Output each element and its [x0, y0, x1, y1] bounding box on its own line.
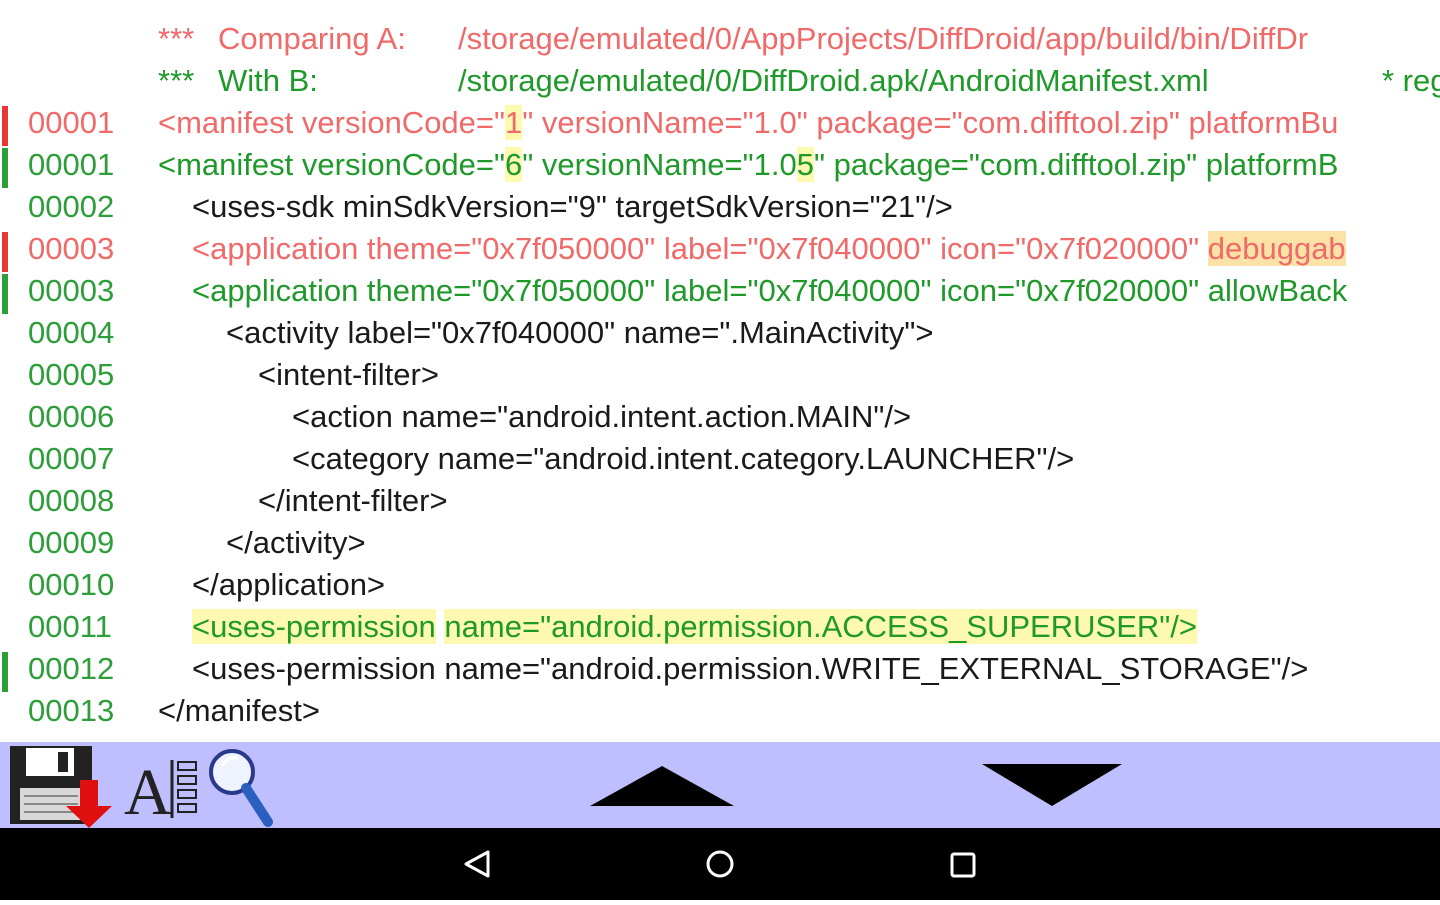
line-text: <uses-sdk minSdkVersion="9" targetSdkVer…	[192, 189, 953, 224]
line-number: 00011	[28, 609, 112, 644]
recents-square-icon	[950, 852, 976, 878]
line-text: <action name="android.intent.action.MAIN…	[292, 399, 912, 434]
added-marker	[2, 148, 8, 188]
segment: <manifest versionCode="	[158, 105, 506, 140]
diff-line[interactable]: 00011 <uses-permission name="android.per…	[0, 606, 1440, 648]
diff-line[interactable]: 00001 <manifest versionCode="6" versionN…	[0, 144, 1440, 188]
save-button[interactable]	[8, 744, 116, 828]
changed-segment: 6	[505, 147, 523, 182]
line-text: <manifest versionCode="1" versionName="1…	[158, 102, 1338, 144]
nav-back-button[interactable]	[428, 828, 528, 900]
home-circle-icon	[706, 850, 734, 878]
header-a-path: /storage/emulated/0/AppProjects/DiffDroi…	[458, 21, 1309, 56]
line-number: 00001	[28, 147, 115, 182]
line-number: 00012	[28, 651, 115, 686]
diff-view[interactable]: *** Comparing A: /storage/emulated/0/App…	[0, 0, 1440, 742]
header-b-extra: * reg	[1382, 63, 1440, 98]
line-text: </application>	[192, 567, 386, 602]
line-number: 00008	[28, 483, 115, 518]
font-size-icon: A	[124, 756, 197, 829]
line-number: 00013	[28, 693, 115, 728]
nav-recents-button[interactable]	[912, 828, 1012, 900]
diff-line[interactable]: 00003 <application theme="0x7f050000" la…	[0, 270, 1440, 314]
line-number: 00002	[28, 189, 115, 224]
line-number: 00004	[28, 315, 115, 350]
changed-segment: <uses-permission	[192, 609, 436, 644]
search-button[interactable]	[206, 744, 278, 828]
diff-line[interactable]: 00002 <uses-sdk minSdkVersion="9" target…	[0, 186, 1440, 228]
header-a-label: Comparing A:	[218, 21, 406, 56]
save-download-icon	[10, 746, 112, 828]
line-number: 00003	[28, 231, 115, 266]
line-text: </manifest>	[158, 693, 320, 728]
line-text: <activity label="0x7f040000" name=".Main…	[226, 315, 934, 350]
line-text: <uses-permission name="android.permissio…	[192, 606, 1197, 648]
line-text: <application theme="0x7f050000" label="0…	[192, 273, 1348, 308]
changed-segment: 5	[796, 147, 814, 182]
header-b-label: With B:	[218, 63, 318, 98]
font-size-button[interactable]: A	[122, 748, 202, 829]
line-text: <manifest versionCode="6" versionName="1…	[158, 144, 1338, 186]
up-arrow-icon	[590, 766, 734, 806]
removed-marker	[2, 232, 8, 272]
diff-line[interactable]: 00007 <category name="android.intent.cat…	[0, 438, 1440, 480]
line-number: 00005	[28, 357, 115, 392]
diff-line[interactable]: 00005 <intent-filter>	[0, 354, 1440, 396]
diff-line[interactable]: 00003 <application theme="0x7f050000" la…	[0, 228, 1440, 272]
bottom-toolbar: A	[0, 742, 1440, 829]
font-icon-letter: A	[124, 756, 172, 828]
line-text: <category name="android.intent.category.…	[292, 441, 1075, 476]
header-b-stars: ***	[158, 63, 195, 98]
diff-line[interactable]: 00001 <manifest versionCode="1" versionN…	[0, 102, 1440, 146]
header-compare-a: *** Comparing A: /storage/emulated/0/App…	[0, 18, 1440, 60]
segment: <manifest versionCode="	[158, 147, 506, 182]
segment: <application theme="0x7f050000" label="0…	[192, 231, 1208, 266]
changed-segment: 1	[505, 105, 523, 140]
segment: " versionName="1.0" package="com.difftoo…	[522, 105, 1339, 140]
diff-line[interactable]: 00009 </activity>	[0, 522, 1440, 564]
line-text: <application theme="0x7f050000" label="0…	[192, 228, 1346, 270]
previous-difference-button[interactable]	[588, 762, 736, 810]
header-with-b: *** With B: /storage/emulated/0/DiffDroi…	[0, 60, 1440, 102]
line-text: <uses-permission name="android.permissio…	[192, 651, 1309, 686]
nav-home-button[interactable]	[670, 828, 770, 900]
system-navigation-bar	[0, 828, 1440, 900]
line-text: </activity>	[226, 525, 366, 560]
line-number: 00003	[28, 273, 115, 308]
line-number: 00006	[28, 399, 115, 434]
diff-line[interactable]: 00008 </intent-filter>	[0, 480, 1440, 522]
changed-segment: name="android.permission.ACCESS_SUPERUSE…	[444, 609, 1197, 644]
back-triangle-icon	[464, 850, 490, 878]
diff-line[interactable]: 00013 </manifest>	[0, 690, 1440, 732]
line-number: 00007	[28, 441, 115, 476]
diff-line[interactable]: 00004 <activity label="0x7f040000" name=…	[0, 312, 1440, 354]
line-text: </intent-filter>	[258, 483, 448, 518]
down-arrow-icon	[982, 764, 1122, 806]
line-number: 00010	[28, 567, 115, 602]
diff-line[interactable]: 00010 </application>	[0, 564, 1440, 606]
next-difference-button[interactable]	[980, 762, 1124, 810]
diff-line[interactable]: 00006 <action name="android.intent.actio…	[0, 396, 1440, 438]
segment: " package="com.difftool.zip" platformB	[813, 147, 1339, 182]
header-b-path: /storage/emulated/0/DiffDroid.apk/Androi…	[458, 63, 1209, 98]
magnifier-icon	[209, 749, 273, 827]
removed-marker	[2, 106, 8, 146]
line-number: 00001	[28, 105, 115, 140]
added-marker	[2, 652, 8, 692]
segment: " versionName="1.0	[522, 147, 797, 182]
changed-segment: debuggab	[1207, 231, 1346, 266]
added-marker	[2, 274, 8, 314]
line-number: 00009	[28, 525, 115, 560]
header-a-stars: ***	[158, 21, 195, 56]
diff-line[interactable]: 00012 <uses-permission name="android.per…	[0, 648, 1440, 692]
line-text: <intent-filter>	[258, 357, 439, 392]
